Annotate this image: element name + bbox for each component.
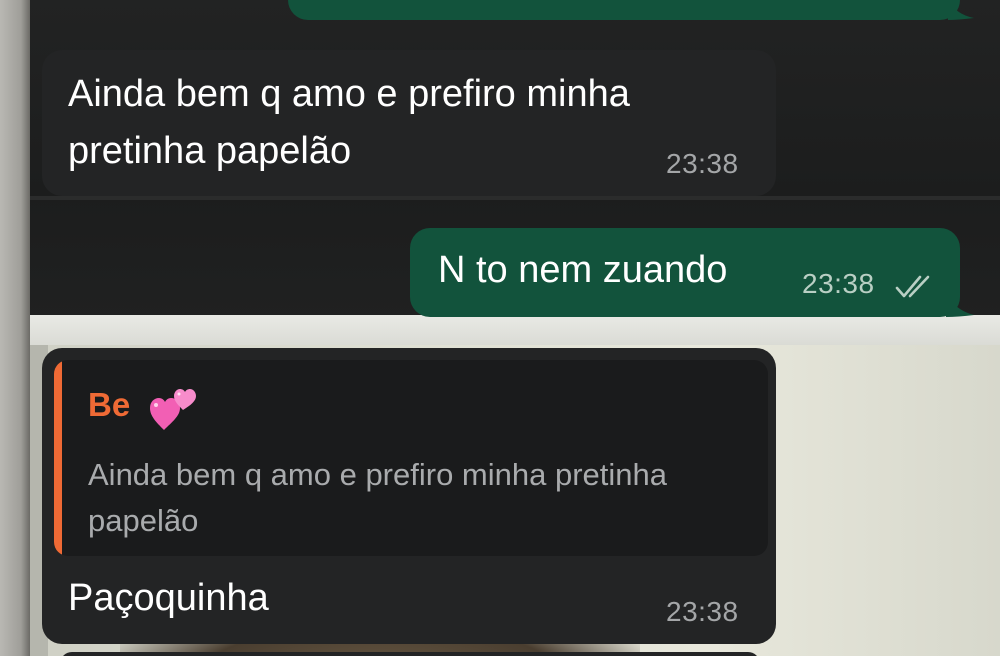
message-timestamp: 23:38	[666, 148, 739, 179]
wallpaper-band	[30, 196, 1000, 200]
message-text-line-2: pretinha papelão	[68, 130, 352, 172]
incoming-message-bubble[interactable]: Ainda bem q amo e prefiro minha pretinha…	[42, 50, 776, 196]
outgoing-message-bubble-partial[interactable]	[288, 0, 960, 20]
wallpaper-edge	[0, 0, 30, 656]
message-timestamp: 23:38	[666, 596, 739, 627]
message-timestamp: 23:38	[802, 268, 875, 299]
read-double-check-icon	[895, 275, 930, 298]
quoted-text-line-2: papelão	[88, 503, 199, 538]
incoming-reply-message-bubble[interactable]: Be Ainda bem q amo e prefiro minha preti…	[42, 348, 776, 644]
quoted-message[interactable]: Be Ainda bem q amo e prefiro minha preti…	[54, 360, 768, 556]
bubble-tail	[946, 292, 974, 317]
incoming-message-bubble-partial[interactable]	[60, 652, 760, 656]
quote-accent-bar	[54, 360, 62, 556]
message-text: Paçoquinha	[68, 577, 269, 619]
wallpaper-frame	[30, 315, 1000, 349]
message-text: N to nem zuando	[438, 249, 728, 291]
quoted-author-name: Be	[88, 386, 131, 423]
bubble-tail	[948, 0, 974, 20]
outgoing-message-bubble[interactable]: N to nem zuando 23:38	[410, 228, 960, 317]
quoted-text-line-1: Ainda bem q amo e prefiro minha pretinha	[88, 457, 667, 492]
two-hearts-icon	[150, 389, 196, 430]
message-text-line-1: Ainda bem q amo e prefiro minha	[68, 73, 630, 115]
